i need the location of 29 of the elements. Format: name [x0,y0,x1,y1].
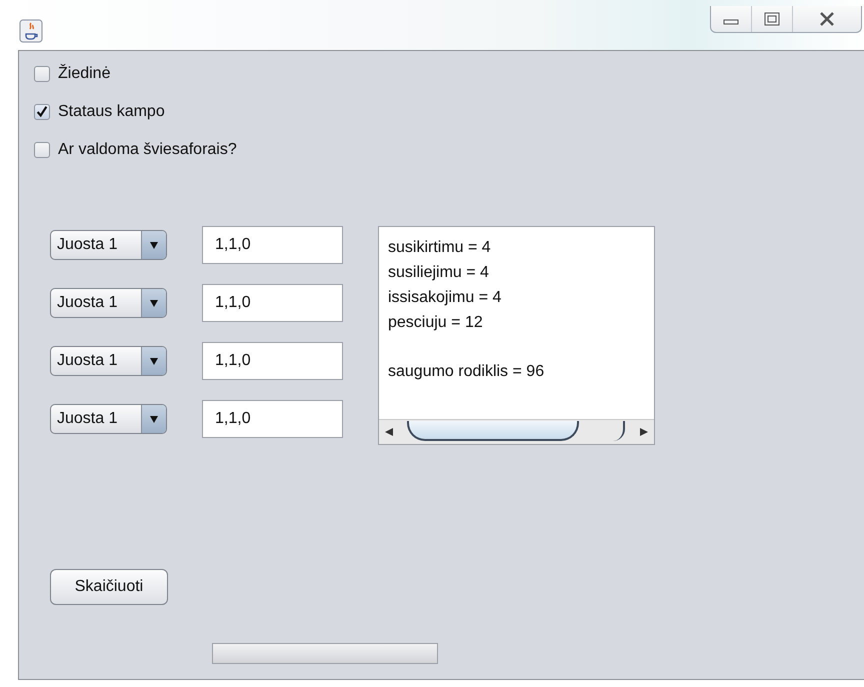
results-text-area[interactable]: susikirtimu = 4 susiliejimu = 4 issisakojimu = 4 pesciuju = 12 saugumo rodiklis = 96 [378,226,655,445]
java-cup-icon[interactable] [19,19,43,43]
result-line: susiliejimu = 4 [388,263,490,283]
result-line: issisakojimu = 4 [388,288,502,308]
checkbox[interactable] [34,104,50,120]
lane-input-field[interactable]: 1,1,0 [202,226,343,264]
lane-input-field[interactable]: 1,1,0 [202,284,343,322]
lane-dropdown[interactable]: Juosta 1 [50,404,167,434]
lane-input-field[interactable]: 1,1,0 [202,400,343,438]
caret-down-icon[interactable] [149,356,159,366]
lane-dropdown[interactable]: Juosta 1 [50,230,167,260]
result-line: susikirtimu = 4 [388,238,492,258]
checkbox[interactable] [34,142,50,158]
horizontal-scrollbar[interactable] [379,419,654,444]
result-line: pesciuju = 12 [388,313,484,333]
calculate-button[interactable]: Skaičiuoti [50,569,168,605]
caret-down-icon[interactable] [149,414,159,424]
checkbox-label: Žiedinė [58,65,110,83]
scroll-right-icon[interactable] [638,426,650,438]
result-line: saugumo rodiklis = 96 [388,362,546,382]
lane-dropdown[interactable]: Juosta 1 [50,346,167,376]
caret-down-icon[interactable] [149,298,159,308]
caret-down-icon[interactable] [149,240,159,250]
checkbox-label: Stataus kampo [58,103,165,121]
lane-input-field[interactable]: 1,1,0 [202,342,343,380]
checkbox[interactable] [34,66,50,82]
checkbox-label: Ar valdoma šviesaforais? [58,141,237,159]
scroll-left-icon[interactable] [383,426,395,438]
lane-dropdown[interactable]: Juosta 1 [50,288,167,318]
